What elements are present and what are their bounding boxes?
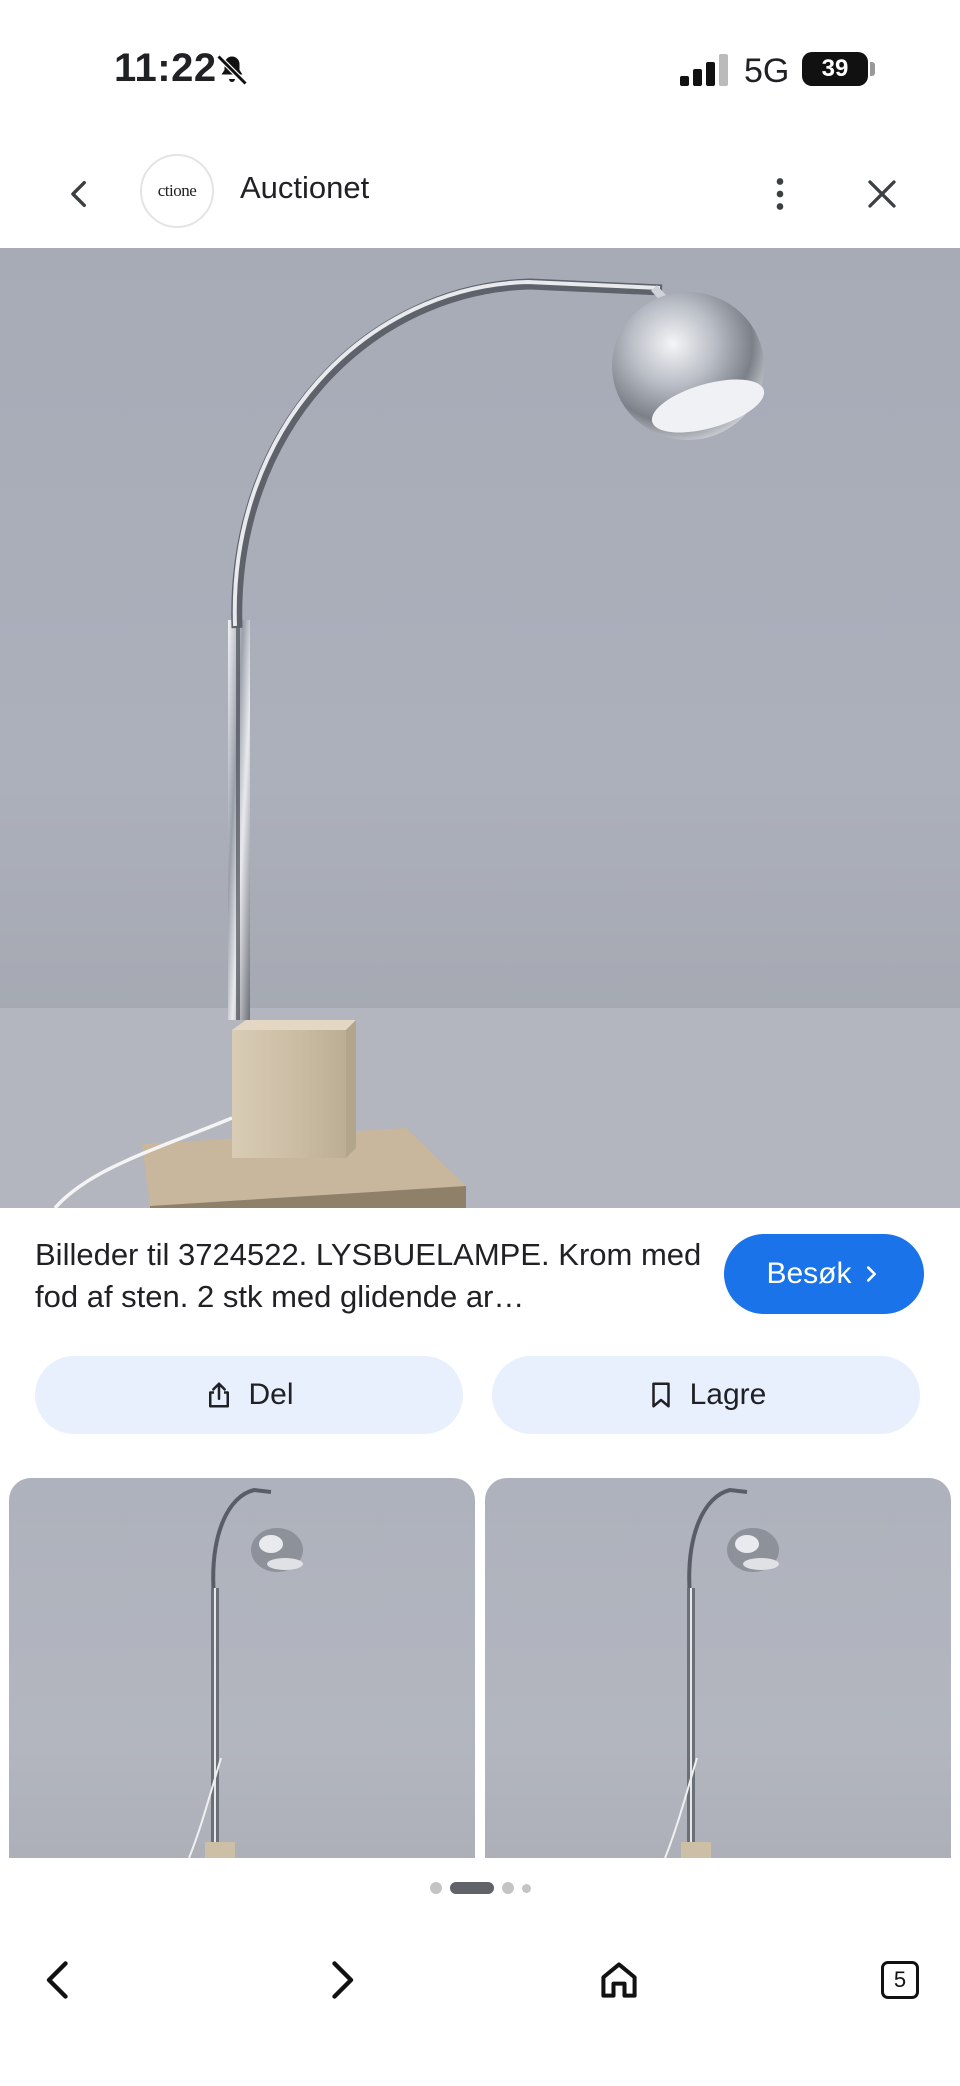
close-button[interactable] — [854, 166, 910, 222]
page-dot — [521, 1883, 531, 1893]
lamp-thumbnail — [664, 1487, 779, 1858]
save-button[interactable]: Lagre — [492, 1356, 920, 1434]
nav-back-button[interactable] — [24, 1944, 96, 2016]
share-icon — [209, 1382, 230, 1408]
signal-icon — [680, 54, 728, 86]
lamp-thumbnail — [188, 1487, 303, 1858]
status-time: 11:22 — [114, 46, 217, 90]
bookmark-icon — [651, 1382, 670, 1408]
browser-nav-bar: 5 — [0, 1930, 960, 2030]
more-vertical-icon — [776, 178, 784, 210]
arc-lamp-photo — [0, 278, 960, 1208]
share-button-label: Del — [248, 1378, 294, 1411]
image-caption[interactable]: Billeder til 3724522. LYSBUELAMPE. Krom … — [35, 1234, 705, 1318]
bell-slash-icon — [216, 54, 248, 86]
page-dot — [501, 1882, 514, 1894]
share-button[interactable]: Del — [35, 1356, 463, 1434]
more-options-button[interactable] — [752, 166, 808, 222]
chevron-right-icon — [866, 1266, 876, 1282]
network-type: 5G — [744, 52, 790, 90]
visit-button-label: Besøk — [766, 1257, 852, 1290]
home-icon — [601, 1962, 637, 1998]
related-image[interactable] — [9, 1478, 475, 1858]
chevron-left-icon — [46, 1961, 68, 1999]
page-dot — [429, 1882, 442, 1894]
page-indicator — [0, 1880, 960, 1896]
chevron-right-icon — [332, 1961, 354, 1999]
save-button-label: Lagre — [689, 1378, 767, 1411]
site-name[interactable]: Auctionet — [240, 170, 369, 206]
site-logo[interactable]: ctione — [140, 154, 214, 228]
visit-button[interactable]: Besøk — [724, 1234, 924, 1314]
close-icon — [868, 180, 896, 208]
back-button[interactable] — [52, 166, 108, 222]
site-logo-text: ctione — [157, 181, 197, 200]
nav-tabs-button[interactable]: 5 — [864, 1944, 936, 2016]
page-dot-active — [449, 1882, 494, 1894]
battery-nub — [870, 62, 875, 76]
tabs-count: 5 — [881, 1961, 919, 1999]
battery-indicator: 39 — [802, 52, 868, 86]
nav-forward-button[interactable] — [304, 1944, 376, 2016]
chevron-left-icon — [71, 180, 86, 208]
status-bar: 11:22 5G 39 — [0, 0, 960, 140]
viewer-header: ctione Auctionet — [0, 140, 960, 248]
related-image[interactable] — [485, 1478, 951, 1858]
nav-home-button[interactable] — [583, 1944, 655, 2016]
main-image[interactable] — [0, 248, 960, 1208]
